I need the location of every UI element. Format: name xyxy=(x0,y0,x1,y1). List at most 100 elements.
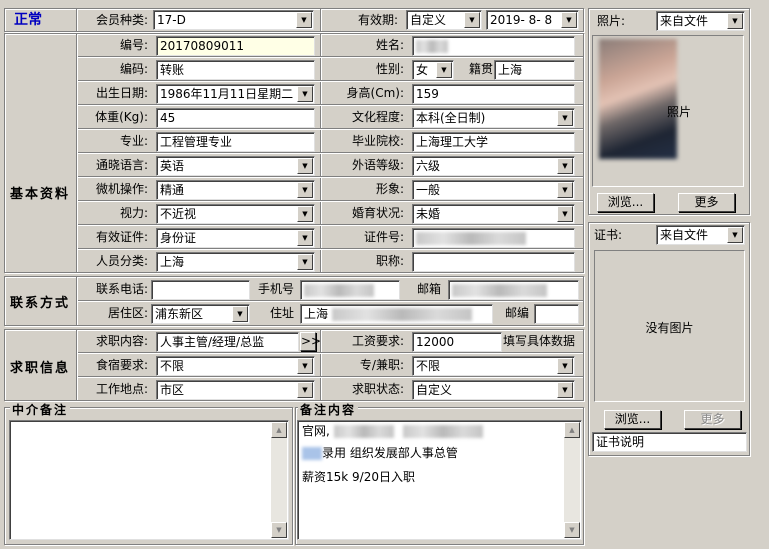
native-place-field[interactable]: 上海 xyxy=(494,60,575,80)
chevron-down-icon[interactable]: ▼ xyxy=(297,230,313,246)
chevron-down-icon[interactable]: ▼ xyxy=(557,110,573,126)
chevron-down-icon[interactable]: ▼ xyxy=(297,182,313,198)
validity-date-value: 2019- 8- 8 xyxy=(490,13,553,27)
board-value: 不限 xyxy=(160,359,185,373)
major-field[interactable]: 工程管理专业 xyxy=(156,132,315,152)
title-label: 职称: xyxy=(375,254,404,268)
chevron-down-icon[interactable]: ▼ xyxy=(297,158,313,174)
job-status-select[interactable]: 自定义 ▼ xyxy=(412,380,575,400)
certificate-more-button[interactable]: 更多 xyxy=(684,410,741,429)
name-label: 姓名: xyxy=(375,38,404,52)
id-doc-select[interactable]: 身份证 ▼ xyxy=(156,228,315,248)
district-value: 浦东新区 xyxy=(155,307,204,321)
photo-browse-button[interactable]: 浏览... xyxy=(597,193,654,212)
appearance-label: 形象: xyxy=(375,182,404,196)
section-contact-title: 联系方式 xyxy=(10,296,71,311)
school-field[interactable]: 上海理工大学 xyxy=(412,132,575,152)
redacted-name xyxy=(416,40,448,53)
cert-no-field[interactable] xyxy=(412,228,575,248)
scrollbar[interactable]: ▲ ▼ xyxy=(271,422,287,538)
district-select[interactable]: 浦东新区 ▼ xyxy=(151,304,250,324)
fulltime-select[interactable]: 不限 ▼ xyxy=(412,356,575,376)
chevron-down-icon[interactable]: ▼ xyxy=(297,254,313,270)
scrollbar[interactable]: ▲ ▼ xyxy=(564,422,580,538)
marital-select[interactable]: 未婚 ▼ xyxy=(412,204,575,224)
redacted-email xyxy=(452,284,547,297)
job-content-label: 求职内容: xyxy=(95,334,148,348)
postcode-field[interactable] xyxy=(534,304,579,324)
gender-select[interactable]: 女 ▼ xyxy=(412,60,454,80)
photo-source-select[interactable]: 来自文件 ▼ xyxy=(656,11,745,31)
category-select[interactable]: 上海 ▼ xyxy=(156,252,315,272)
photo-source-value: 来自文件 xyxy=(660,14,709,28)
certificate-empty-text: 没有图片 xyxy=(645,321,694,335)
redacted-address xyxy=(331,308,472,321)
title-field[interactable] xyxy=(412,252,575,272)
validity-date-picker[interactable]: 2019- 8- 8 ▼ xyxy=(486,10,579,30)
notes-textarea[interactable]: 官网, 录用 组织发展部人事总管 薪资15k 9/20日入职 ▲ ▼ xyxy=(297,420,582,540)
salary-label: 工资要求: xyxy=(351,334,404,348)
chevron-down-icon[interactable]: ▼ xyxy=(561,12,577,28)
chevron-down-icon[interactable]: ▼ xyxy=(557,182,573,198)
chevron-down-icon[interactable]: ▼ xyxy=(297,206,313,222)
member-type-select[interactable]: 17-D ▼ xyxy=(153,10,314,30)
name-field[interactable] xyxy=(412,36,575,56)
mobile-field[interactable] xyxy=(300,280,400,300)
education-select[interactable]: 本科(全日制) ▼ xyxy=(412,108,575,128)
job-content-more-button[interactable]: >> xyxy=(300,332,321,351)
email-field[interactable] xyxy=(448,280,579,300)
chevron-down-icon[interactable]: ▼ xyxy=(557,158,573,174)
row-divider xyxy=(78,300,583,302)
certificate-browse-button[interactable]: 浏览... xyxy=(604,410,661,429)
scroll-down-icon[interactable]: ▼ xyxy=(271,522,287,538)
vision-select[interactable]: 不近视 ▼ xyxy=(156,204,315,224)
chevron-down-icon[interactable]: ▼ xyxy=(297,86,313,102)
address-field[interactable]: 上海 xyxy=(300,304,493,324)
school-label: 毕业院校: xyxy=(351,134,404,148)
chevron-down-icon[interactable]: ▼ xyxy=(464,12,480,28)
agency-notes-textarea[interactable]: ▲ ▼ xyxy=(9,420,289,540)
foreign-level-select[interactable]: 六级 ▼ xyxy=(412,156,575,176)
education-value: 本科(全日制) xyxy=(416,111,486,125)
chevron-down-icon[interactable]: ▼ xyxy=(727,13,743,29)
job-status-label: 求职状态: xyxy=(351,382,404,396)
code-field[interactable]: 转账 xyxy=(156,60,315,80)
chevron-down-icon[interactable]: ▼ xyxy=(557,206,573,222)
scroll-up-icon[interactable]: ▲ xyxy=(564,422,580,438)
chevron-down-icon[interactable]: ▼ xyxy=(436,62,452,78)
chevron-down-icon[interactable]: ▼ xyxy=(557,358,573,374)
weight-field[interactable]: 45 xyxy=(156,108,315,128)
appearance-select[interactable]: 一般 ▼ xyxy=(412,180,575,200)
chevron-down-icon[interactable]: ▼ xyxy=(232,306,248,322)
photo-more-button[interactable]: 更多 xyxy=(678,193,735,212)
chevron-down-icon[interactable]: ▼ xyxy=(297,382,313,398)
certificate-source-value: 来自文件 xyxy=(660,228,709,242)
chevron-down-icon[interactable]: ▼ xyxy=(557,382,573,398)
scroll-down-icon[interactable]: ▼ xyxy=(564,522,580,538)
row-divider xyxy=(78,176,583,178)
certificate-source-select[interactable]: 来自文件 ▼ xyxy=(656,225,745,245)
scroll-up-icon[interactable]: ▲ xyxy=(271,422,287,438)
job-status-value: 自定义 xyxy=(416,383,453,397)
section-job-title: 求职信息 xyxy=(10,361,71,376)
certificate-desc-field[interactable]: 证书说明 xyxy=(592,432,747,452)
computer-select[interactable]: 精通 ▼ xyxy=(156,180,315,200)
job-content-field[interactable]: 人事主管/经理/总监 xyxy=(156,332,299,352)
row-divider xyxy=(78,376,583,378)
address-value: 上海 xyxy=(304,307,329,321)
board-select[interactable]: 不限 ▼ xyxy=(156,356,315,376)
chevron-down-icon[interactable]: ▼ xyxy=(297,358,313,374)
salary-field[interactable]: 12000 xyxy=(412,332,502,352)
appearance-value: 一般 xyxy=(416,183,441,197)
chevron-down-icon[interactable]: ▼ xyxy=(296,12,312,28)
phone-label: 联系电话: xyxy=(95,282,148,296)
chevron-down-icon[interactable]: ▼ xyxy=(727,227,743,243)
validity-mode-select[interactable]: 自定义 ▼ xyxy=(406,10,482,30)
location-select[interactable]: 市区 ▼ xyxy=(156,380,315,400)
gender-value: 女 xyxy=(416,63,429,77)
birth-date-picker[interactable]: 1986年11月11日星期二 ▼ xyxy=(156,84,315,104)
id-field[interactable]: 20170809011 xyxy=(156,36,315,56)
height-field[interactable]: 159 xyxy=(412,84,575,104)
phone-field[interactable] xyxy=(151,280,250,300)
language-select[interactable]: 英语 ▼ xyxy=(156,156,315,176)
